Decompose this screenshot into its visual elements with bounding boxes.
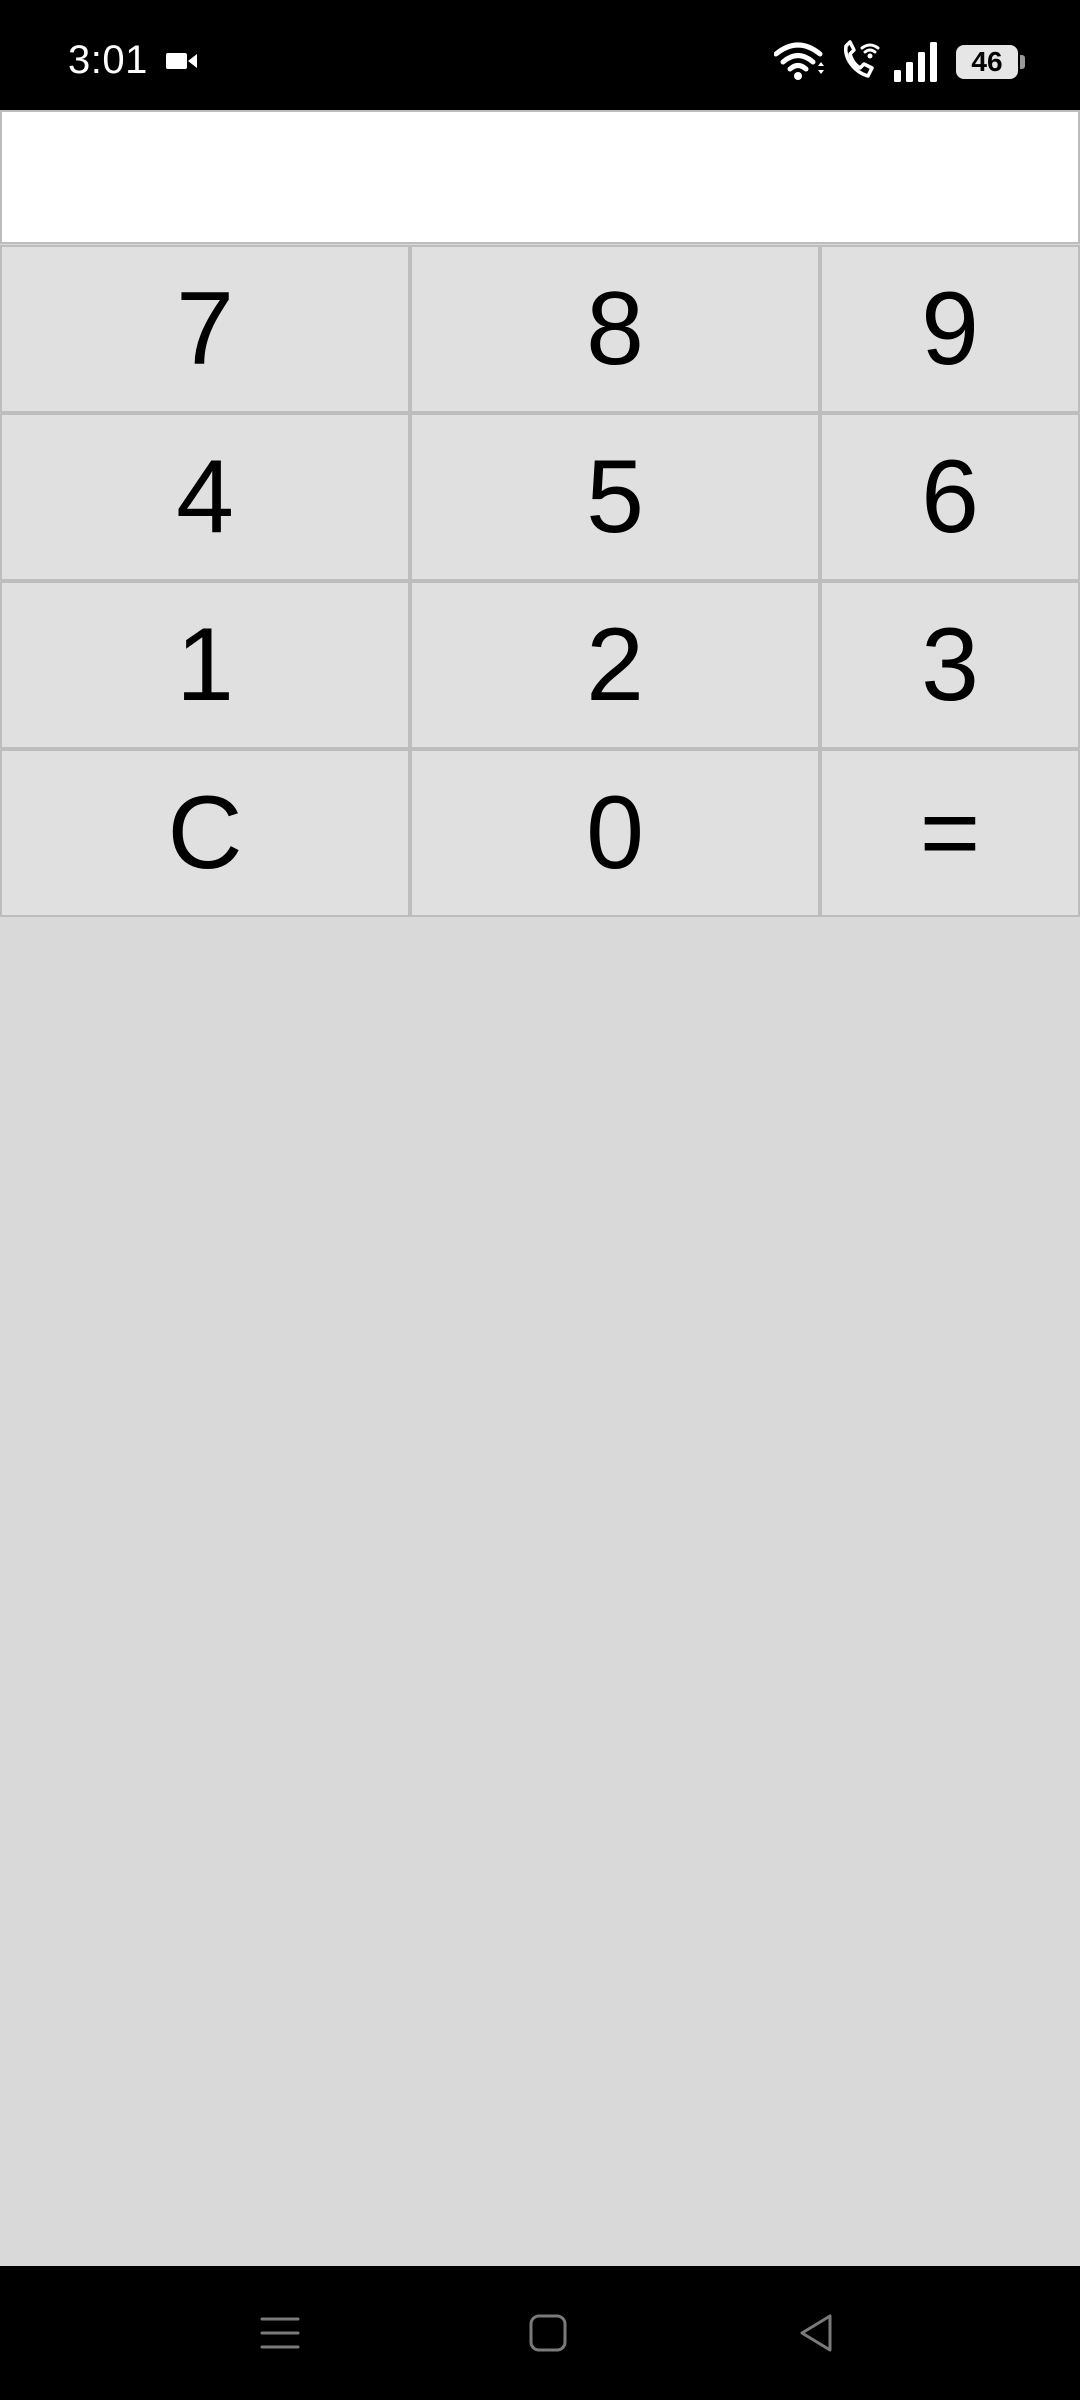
key-0[interactable]: 0 (410, 749, 820, 917)
back-icon (800, 2314, 832, 2352)
key-1[interactable]: 1 (0, 581, 410, 749)
home-button[interactable] (448, 2266, 648, 2400)
key-2[interactable]: 2 (410, 581, 820, 749)
status-bar: 3:01 46 (0, 0, 1080, 110)
back-button[interactable] (716, 2266, 916, 2400)
key-8[interactable]: 8 (410, 245, 820, 413)
recent-apps-button[interactable] (180, 2266, 380, 2400)
menu-icon (260, 2317, 300, 2349)
key-7[interactable]: 7 (0, 245, 410, 413)
key-9[interactable]: 9 (820, 245, 1080, 413)
key-4[interactable]: 4 (0, 413, 410, 581)
wifi-calling-icon (844, 40, 880, 78)
keypad: 7 8 9 4 5 6 1 2 3 C 0 = (0, 245, 1080, 918)
wifi-icon (774, 42, 824, 80)
battery-icon: 46 (956, 45, 1018, 79)
battery-level: 46 (971, 46, 1003, 77)
clear-button[interactable]: C (0, 749, 410, 917)
calculator-display[interactable] (0, 110, 1080, 244)
navigation-bar (0, 2266, 1080, 2400)
video-camera-icon (166, 53, 197, 69)
key-6[interactable]: 6 (820, 413, 1080, 581)
equals-button[interactable]: = (820, 749, 1080, 917)
key-3[interactable]: 3 (820, 581, 1080, 749)
home-icon (529, 2314, 567, 2352)
battery-tip (1020, 55, 1025, 69)
status-time: 3:01 (68, 38, 148, 82)
key-5[interactable]: 5 (410, 413, 820, 581)
signal-icon (894, 42, 937, 82)
